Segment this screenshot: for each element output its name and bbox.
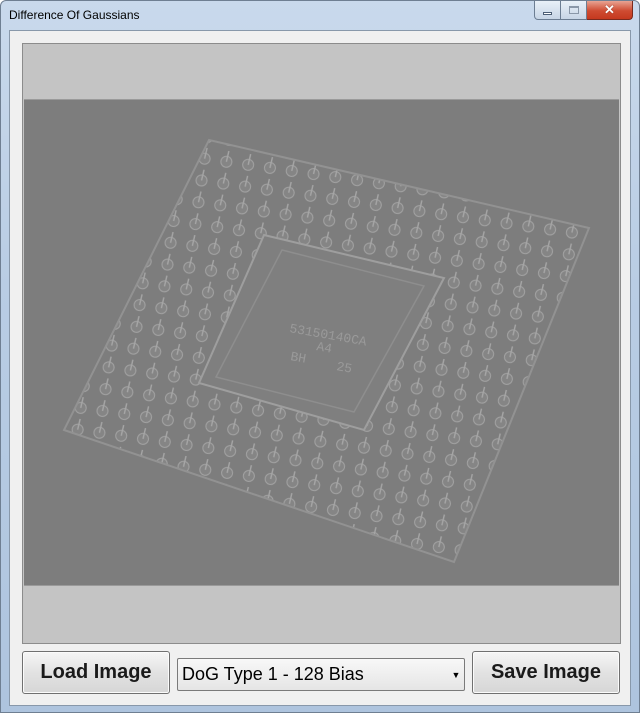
chip-text-3: BH — [289, 349, 307, 366]
chip-text-2: A4 — [315, 339, 333, 357]
filtered-image: 53150140CA A4 BH 25 — [24, 99, 619, 586]
client-area: 53150140CA A4 BH 25 Load Image DoG Type … — [9, 30, 631, 706]
maximize-icon — [568, 6, 579, 14]
filter-type-selected: DoG Type 1 - 128 Bias — [182, 664, 364, 684]
cpu-chip-image: 53150140CA A4 BH 25 — [24, 100, 619, 585]
caption-buttons: ✕ — [534, 1, 633, 20]
chip-text-4: 25 — [335, 359, 353, 376]
minimize-icon — [543, 11, 552, 15]
close-icon: ✕ — [604, 2, 615, 17]
app-window: Difference Of Gaussians ✕ 53150140CA A4 … — [0, 0, 640, 713]
minimize-button[interactable] — [534, 1, 561, 20]
load-image-button[interactable]: Load Image — [22, 651, 170, 694]
picture-box: 53150140CA A4 BH 25 — [22, 43, 621, 644]
window-title: Difference Of Gaussians — [9, 8, 140, 22]
filter-type-dropdown[interactable]: DoG Type 1 - 128 Bias ▼ — [177, 658, 465, 691]
title-bar[interactable]: Difference Of Gaussians ✕ — [1, 1, 639, 29]
maximize-button[interactable] — [561, 1, 587, 20]
chevron-down-icon[interactable]: ▼ — [448, 659, 464, 690]
close-button[interactable]: ✕ — [587, 1, 633, 20]
save-image-button[interactable]: Save Image — [472, 651, 620, 694]
